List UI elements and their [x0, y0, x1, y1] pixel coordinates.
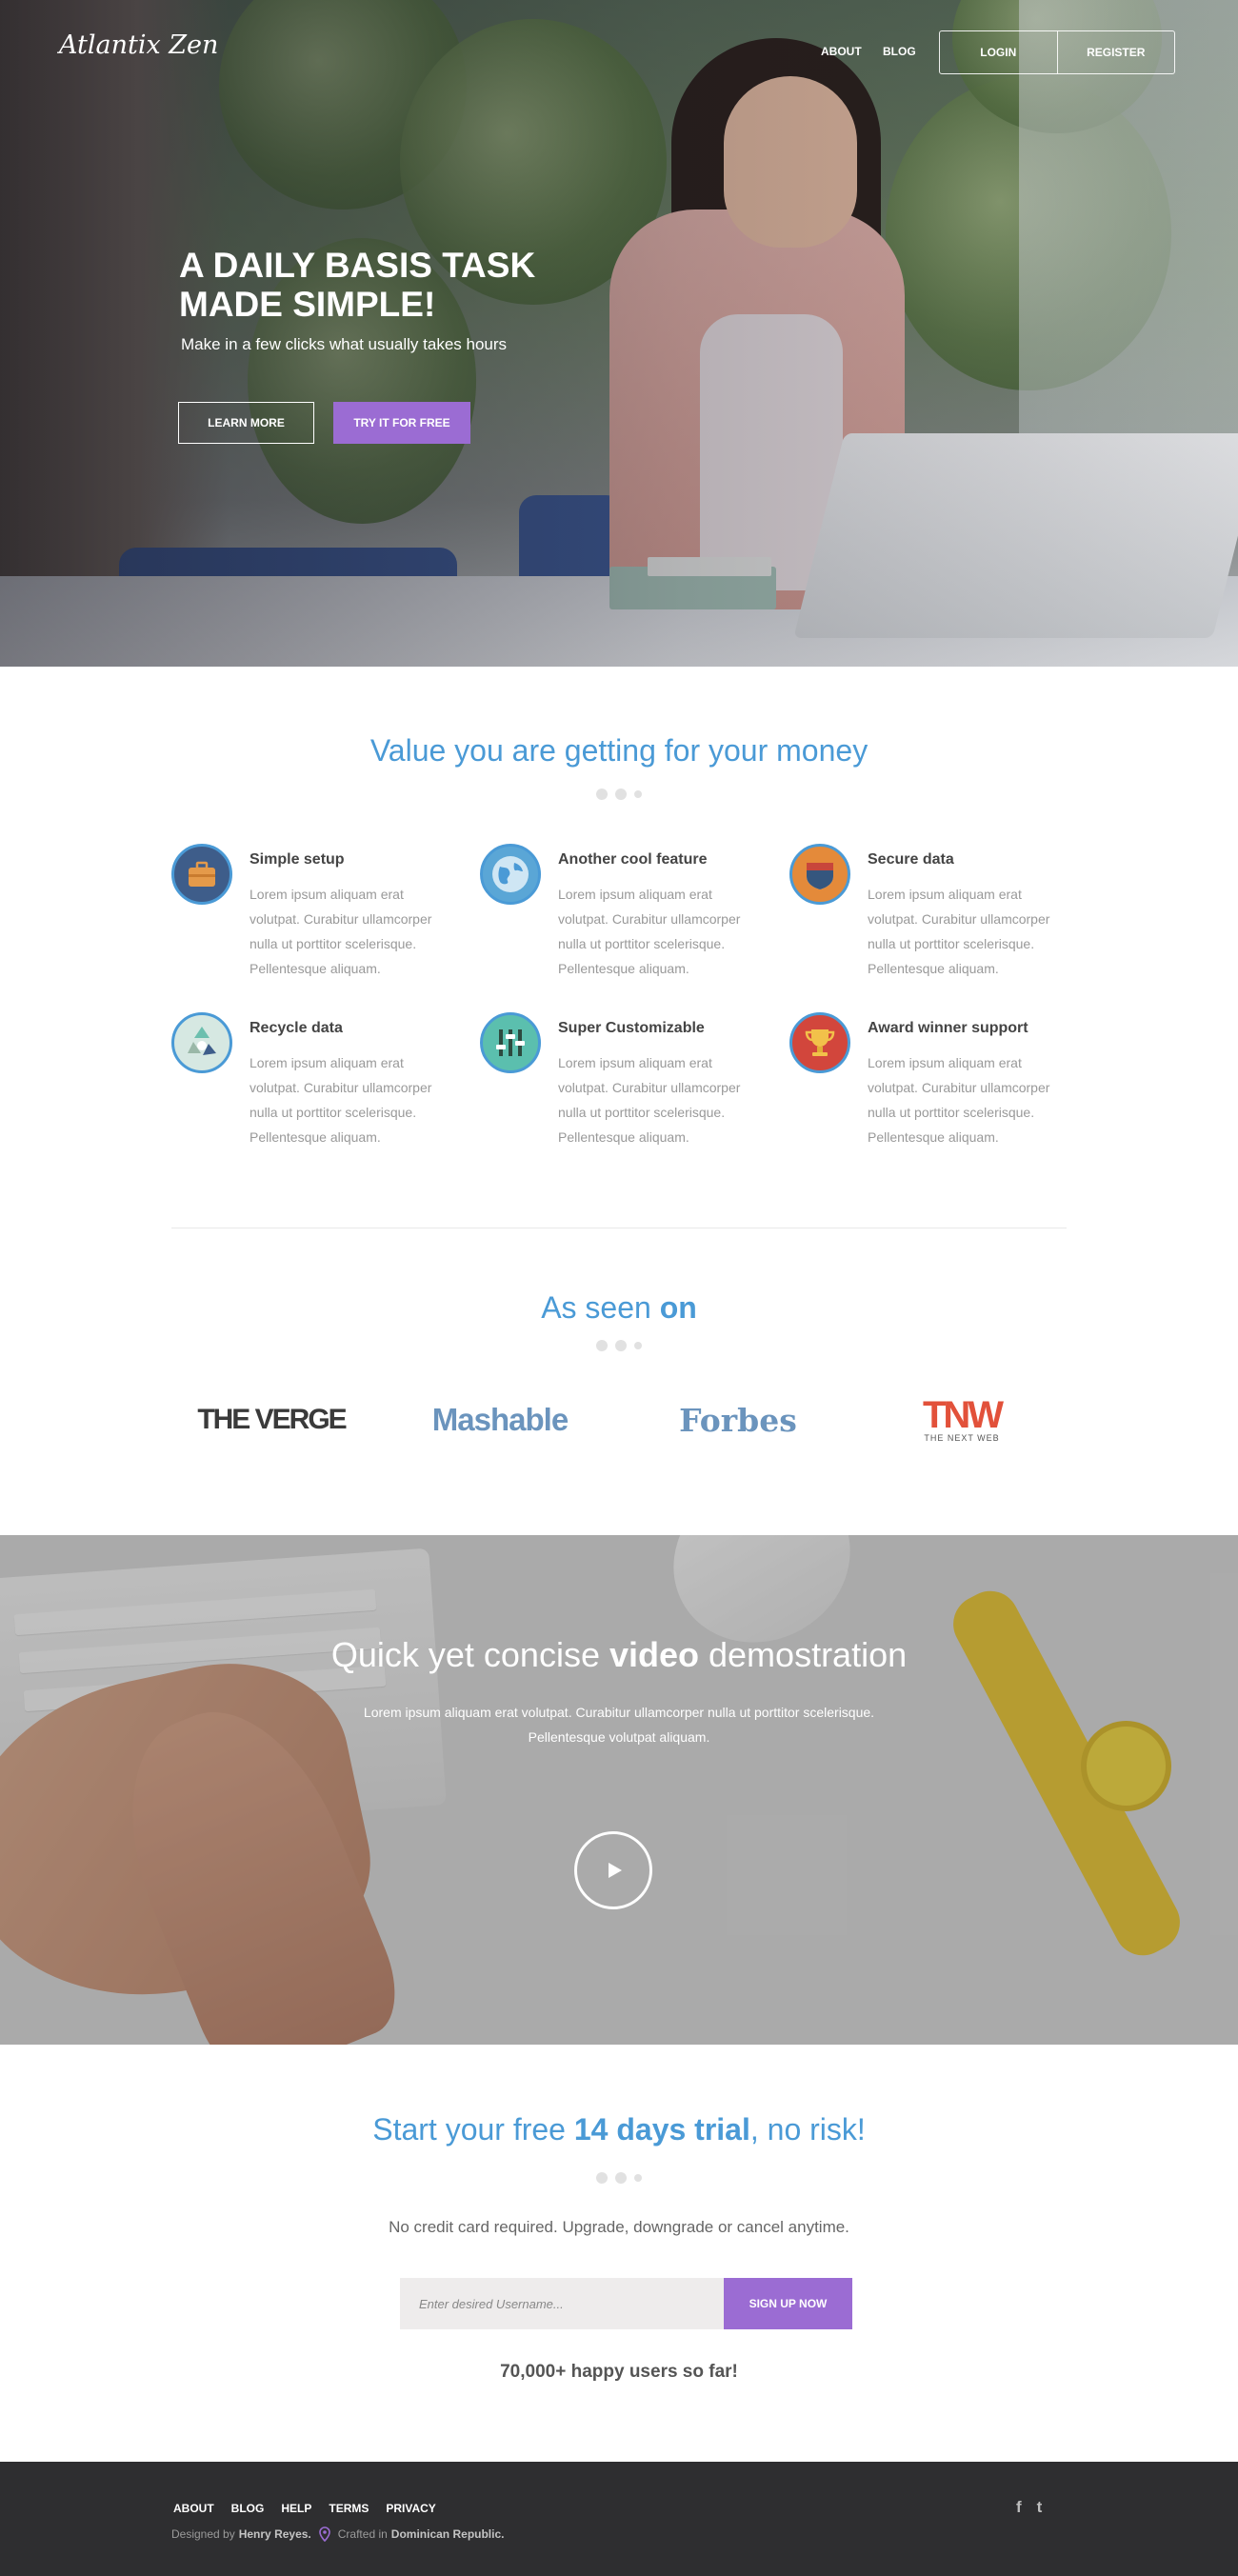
brand-logo-mashable: Mashable: [431, 1402, 569, 1437]
crafted-place: Dominican Republic.: [390, 2527, 505, 2541]
feature-title: Super Customizable: [558, 1020, 705, 1036]
feature-text: Lorem ipsum aliquam erat volutpat. Curab…: [558, 887, 741, 976]
play-icon: [609, 1863, 622, 1878]
sign-up-button[interactable]: SIGN UP NOW: [724, 2278, 852, 2329]
happy-users-text: 70,000+ happy users so far!: [500, 2362, 738, 2382]
facebook-icon[interactable]: f: [1016, 2498, 1022, 2517]
tnw-tagline: THE NEXT WEB: [924, 1433, 1000, 1443]
feature-title: Secure data: [868, 851, 954, 868]
feature-title: Award winner support: [868, 1020, 1028, 1036]
designer-name[interactable]: Henry Reyes.: [239, 2527, 311, 2541]
footer-link-help[interactable]: HELP: [281, 2502, 311, 2515]
feature-text: Lorem ipsum aliquam erat volutpat. Curab…: [250, 1055, 432, 1145]
footer-link-blog[interactable]: BLOG: [231, 2502, 265, 2515]
feature-text: Lorem ipsum aliquam erat volutpat. Curab…: [558, 1055, 741, 1145]
section-dots: [0, 1340, 1238, 1351]
shield-icon: [789, 844, 850, 905]
seen-on-title: As seen on: [541, 1290, 697, 1325]
location-pin-icon: [318, 2526, 330, 2542]
hero-overlay: [0, 0, 1238, 667]
recycle-icon: [171, 1012, 232, 1073]
feature-title: Another cool feature: [558, 851, 708, 868]
video-section: [0, 1535, 1238, 2045]
try-free-button[interactable]: TRY IT FOR FREE: [333, 402, 470, 444]
nav-about[interactable]: ABOUT: [821, 45, 862, 58]
brand-logo-the-verge: THE VERGE: [197, 1404, 347, 1435]
nav-blog[interactable]: BLOG: [883, 45, 916, 58]
footer-link-terms[interactable]: TERMS: [329, 2502, 369, 2515]
video-overlay: [0, 1535, 1238, 2045]
footer: ABOUT BLOG HELP TERMS PRIVACY Designed b…: [0, 2462, 1238, 2576]
play-button[interactable]: [574, 1831, 652, 1909]
section-dots: [0, 789, 1238, 800]
signup-form: SIGN UP NOW: [400, 2278, 852, 2329]
auth-buttons: LOGIN REGISTER: [939, 30, 1175, 74]
feature-text: Lorem ipsum aliquam erat volutpat. Curab…: [250, 887, 432, 976]
login-button[interactable]: LOGIN: [940, 31, 1057, 73]
twitter-icon[interactable]: t: [1037, 2498, 1043, 2517]
globe-icon: [480, 844, 541, 905]
username-input[interactable]: [400, 2278, 724, 2329]
social-links: f t: [1016, 2498, 1042, 2517]
register-button[interactable]: REGISTER: [1056, 31, 1175, 73]
section-dots: [0, 2172, 1238, 2184]
learn-more-button[interactable]: LEARN MORE: [178, 402, 314, 444]
video-title: Quick yet concise video demostration: [330, 1635, 908, 1674]
trial-title: Start your free 14 days trial, no risk!: [372, 2112, 866, 2147]
footer-link-about[interactable]: ABOUT: [173, 2502, 214, 2515]
feature-title: Simple setup: [250, 851, 345, 868]
brand-logo-forbes: Forbes: [679, 1401, 797, 1439]
brand-logo-tnw: TNW THE NEXT WEB: [895, 1391, 1028, 1448]
briefcase-icon: [171, 844, 232, 905]
video-text: Lorem ipsum aliquam erat volutpat. Curab…: [363, 1705, 875, 1745]
sliders-icon: [480, 1012, 541, 1073]
trophy-icon: [789, 1012, 850, 1073]
footer-link-privacy[interactable]: PRIVACY: [386, 2502, 435, 2515]
hero-subtitle: Make in a few clicks what usually takes …: [181, 335, 508, 353]
value-section-title: Value you are getting for your money: [369, 733, 869, 768]
logo[interactable]: Atlantix Zen: [59, 30, 218, 60]
feature-text: Lorem ipsum aliquam erat volutpat. Curab…: [868, 1055, 1050, 1145]
tnw-wordmark: TNW: [922, 1394, 1004, 1436]
feature-text: Lorem ipsum aliquam erat volutpat. Curab…: [868, 887, 1050, 976]
hero-section: [0, 0, 1238, 667]
footer-credit: Designed by Henry Reyes. Crafted in Domi…: [171, 2526, 505, 2542]
footer-links: ABOUT BLOG HELP TERMS PRIVACY: [173, 2502, 436, 2515]
trial-note: No credit card required. Upgrade, downgr…: [389, 2218, 849, 2236]
feature-title: Recycle data: [250, 1020, 343, 1036]
hero-title: A DAILY BASIS TASK MADE SIMPLE!: [179, 246, 536, 324]
